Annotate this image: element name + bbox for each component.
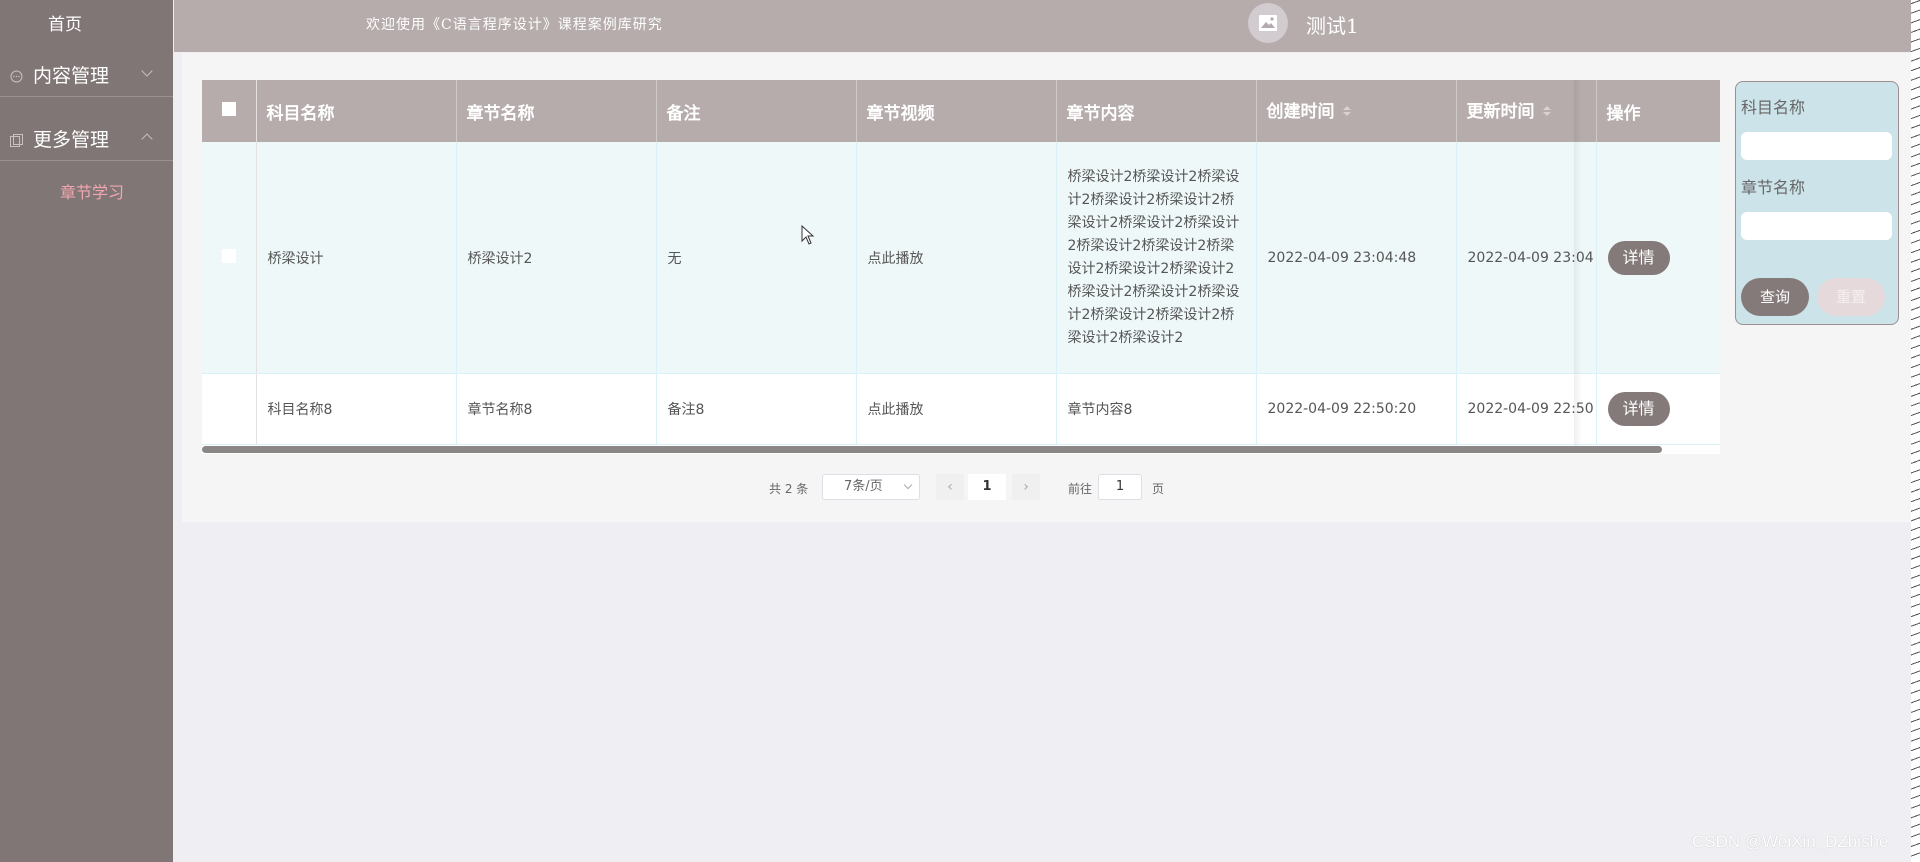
sidebar-menu-label: 内容管理 [33, 64, 110, 87]
fixed-column-shadow [1574, 80, 1582, 446]
top-header: 欢迎使用《C语言程序设计》课程案例库研究 测试1 [174, 0, 1920, 52]
welcome-title: 欢迎使用《C语言程序设计》课程案例库研究 [366, 17, 663, 33]
chevron-up-icon [141, 133, 153, 145]
row-checkbox[interactable] [221, 400, 236, 414]
image-icon [1259, 15, 1277, 31]
table-header-row: 科目名称 章节名称 备注 章节视频 章节内容 创建时间 更新时间 操作 [202, 80, 1720, 142]
cell-actions: 详情 [1596, 373, 1720, 445]
sidebar-menu-more-management[interactable]: 更多管理 [0, 116, 173, 161]
username[interactable]: 测试1 [1306, 10, 1359, 39]
table-row: 桥梁设计 桥梁设计2 无 点此播放 桥梁设计2桥梁设计2桥梁设计2桥梁设计2桥梁… [202, 142, 1720, 374]
subject-name-input[interactable] [1741, 132, 1892, 160]
sidebar: 首页 内容管理 更多管理 章节学习 [0, 0, 173, 862]
cell-content: 桥梁设计2桥梁设计2桥梁设计2桥梁设计2桥梁设计2桥梁设计2桥梁设计2桥梁设计2… [1056, 142, 1257, 374]
subject-name-label: 科目名称 [1741, 98, 1806, 117]
prev-page-button[interactable]: ‹ [936, 474, 964, 500]
select-all-checkbox-cell[interactable] [202, 80, 257, 142]
sort-icon[interactable] [1542, 105, 1551, 118]
cell-actions: 详情 [1596, 142, 1720, 374]
column-header-subject: 科目名称 [256, 80, 457, 142]
goto-page-input[interactable]: 1 [1098, 474, 1142, 500]
select-all-checkbox[interactable] [221, 102, 236, 116]
cell-created: 2022-04-09 22:50:20 [1256, 373, 1457, 445]
page-edge-artifact [1911, 0, 1920, 862]
column-header-label: 创建时间 [1266, 101, 1335, 122]
reset-button[interactable]: 重置 [1817, 278, 1885, 316]
cell-remark: 备注8 [656, 373, 857, 445]
cell-content: 章节内容8 [1056, 373, 1257, 445]
page-number[interactable]: 1 [968, 474, 1006, 500]
page-size-value: 7条/页 [844, 479, 883, 494]
sidebar-menu-label: 更多管理 [33, 128, 110, 151]
table-row: 科目名称8 章节名称8 备注8 点此播放 章节内容8 2022-04-09 22… [202, 373, 1720, 445]
pagination-total: 共 2 条 [769, 482, 809, 496]
copy-icon [10, 132, 23, 147]
column-header-chapter: 章节名称 [456, 80, 657, 142]
column-header-content: 章节内容 [1056, 80, 1257, 142]
chevron-down-icon [141, 65, 153, 77]
cell-subject: 科目名称8 [256, 373, 457, 445]
column-header-video: 章节视频 [856, 80, 1057, 142]
row-checkbox[interactable] [221, 248, 236, 263]
cell-remark: 无 [656, 142, 857, 374]
page-size-select[interactable]: 7条/页 [822, 474, 920, 500]
chapter-name-label: 章节名称 [1741, 178, 1806, 197]
content-panel: 科目名称 章节名称 备注 章节视频 章节内容 创建时间 更新时间 操作 桥梁设计… [182, 53, 1913, 522]
message-icon [10, 68, 23, 82]
watermark: CSDN @WeiXin_DZbishe [1692, 832, 1889, 851]
goto-label: 前往 [1068, 482, 1093, 496]
next-page-button[interactable]: › [1012, 474, 1040, 500]
sort-icon[interactable] [1342, 105, 1351, 118]
page-suffix: 页 [1152, 482, 1165, 496]
query-button[interactable]: 查询 [1741, 278, 1809, 316]
cell-video-link[interactable]: 点此播放 [856, 373, 1057, 445]
sidebar-home-link[interactable]: 首页 [48, 10, 82, 35]
row-checkbox-cell[interactable] [202, 142, 257, 374]
data-table: 科目名称 章节名称 备注 章节视频 章节内容 创建时间 更新时间 操作 桥梁设计… [202, 80, 1720, 454]
column-header-actions: 操作 [1596, 80, 1720, 142]
avatar[interactable] [1248, 3, 1288, 43]
column-header-remark: 备注 [656, 80, 857, 142]
cell-subject: 桥梁设计 [256, 142, 457, 374]
chevron-down-icon [903, 480, 913, 490]
cell-chapter: 章节名称8 [456, 373, 657, 445]
chapter-name-input[interactable] [1741, 212, 1892, 240]
cell-chapter: 桥梁设计2 [456, 142, 657, 374]
horizontal-scrollbar[interactable] [202, 446, 1662, 453]
row-checkbox-cell[interactable] [202, 373, 257, 445]
column-header-created[interactable]: 创建时间 [1256, 80, 1457, 142]
sidebar-item-chapter-study[interactable]: 章节学习 [60, 179, 124, 203]
sidebar-menu-content-management[interactable]: 内容管理 [0, 52, 173, 97]
pagination: 共 2 条 7条/页 ‹ 1 › 前往 1 页 [182, 474, 1913, 502]
detail-button[interactable]: 详情 [1607, 240, 1670, 275]
cell-created: 2022-04-09 23:04:48 [1256, 142, 1457, 374]
column-header-label: 更新时间 [1466, 101, 1535, 122]
detail-button[interactable]: 详情 [1607, 392, 1670, 426]
search-panel: 科目名称 章节名称 查询 重置 [1735, 81, 1899, 325]
cell-video-link[interactable]: 点此播放 [856, 142, 1057, 374]
